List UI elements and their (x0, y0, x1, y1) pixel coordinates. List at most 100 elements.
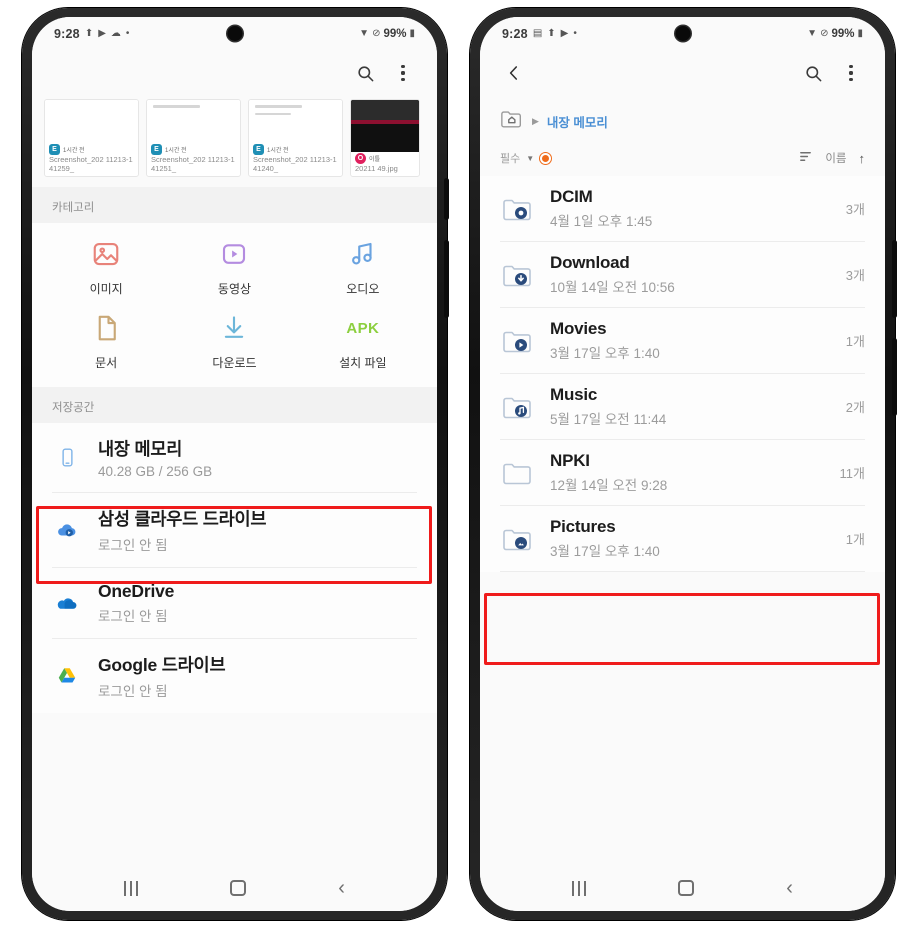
home-folder-icon[interactable] (500, 108, 524, 135)
file-row-pictures[interactable]: Pictures 3월 17일 오후 1:40 1개 (480, 506, 885, 571)
file-thumbnail (249, 100, 342, 143)
location-icon: ⬆ (547, 28, 556, 39)
file-row-npki[interactable]: NPKI 12월 14일 오전 9:28 11개 (480, 440, 885, 505)
category-audio[interactable]: 오디오 (299, 237, 427, 297)
highlight-box-npki (484, 593, 880, 665)
side-button-power[interactable] (892, 338, 897, 416)
side-button-middle[interactable] (444, 240, 449, 318)
app-badge-icon: E (253, 144, 264, 155)
recent-file-card[interactable]: E 1시간 전 Screenshot_202 11213-141240_ (248, 99, 343, 177)
recent-file-name: Screenshot_202 11213-141251_ (151, 155, 235, 173)
app-badge-icon: O (355, 153, 366, 164)
divider (500, 571, 865, 572)
file-name: NPKI (550, 451, 590, 470)
recent-file-card[interactable]: E 1시간 전 Screenshot_202 11213-141251_ (146, 99, 241, 177)
status-time: 9:28 (54, 27, 80, 41)
phone-left: 9:28 ⬆ ▶ ☁ • ▼ ⊘ 99% ▮ E 1시간 전 Screensho… (22, 8, 449, 920)
status-bar-left: 9:28 ⬆ ▶ ☁ • ▼ ⊘ 99% ▮ (32, 17, 437, 51)
storage-header: 저장공간 (32, 387, 437, 423)
file-date: 12월 14일 오전 9:28 (550, 478, 668, 493)
folder-movies-icon (500, 328, 534, 354)
recents-icon[interactable] (124, 880, 138, 896)
camera-punch-hole (675, 26, 690, 41)
folder-pictures-icon (500, 526, 534, 552)
file-date: 3월 17일 오후 1:40 (550, 346, 660, 361)
search-icon[interactable] (797, 57, 829, 89)
file-name: DCIM (550, 187, 593, 206)
app-bar-left (32, 51, 437, 95)
storage-item-google-drive[interactable]: Google 드라이브 로그인 안 됨 (32, 639, 437, 713)
sort-icon[interactable] (798, 150, 813, 166)
sort-direction-icon[interactable]: ↑ (859, 151, 866, 166)
recent-files-strip[interactable]: E 1시간 전 Screenshot_202 11213-141259_ E 1… (32, 95, 437, 187)
category-label: 이미지 (89, 282, 123, 296)
filter-bar: 필수 ▼ 이름 ↑ (480, 144, 885, 176)
filter-active-badge[interactable] (540, 152, 552, 164)
category-documents[interactable]: 문서 (42, 311, 170, 371)
recents-icon[interactable] (572, 880, 586, 896)
side-button-top[interactable] (444, 178, 449, 220)
back-icon[interactable] (498, 57, 530, 89)
caret-down-icon[interactable]: ▼ (526, 154, 534, 163)
file-date: 5월 17일 오전 11:44 (550, 412, 667, 427)
recent-file-app: 이틀 (369, 157, 381, 163)
file-thumbnail (45, 100, 138, 143)
apk-label: APK (346, 319, 380, 337)
onedrive-icon (52, 592, 82, 615)
back-icon[interactable]: ‹ (786, 878, 793, 898)
storage-item-onedrive[interactable]: OneDrive 로그인 안 됨 (32, 568, 437, 638)
side-button-volume[interactable] (892, 240, 897, 318)
file-count: 2개 (845, 400, 865, 415)
back-icon[interactable]: ‹ (338, 878, 345, 898)
storage-item-internal[interactable]: 내장 메모리 40.28 GB / 256 GB (32, 423, 437, 492)
app-bar-right (480, 51, 885, 95)
categories-grid: 이미지 동영상 오디오 문서 다운로드 APK 설치 파일 (32, 223, 437, 387)
more-options-icon[interactable] (387, 57, 419, 89)
sort-label[interactable]: 이름 (825, 150, 846, 166)
category-downloads[interactable]: 다운로드 (170, 311, 298, 371)
dot-icon: • (125, 28, 130, 39)
category-videos[interactable]: 동영상 (170, 237, 298, 297)
status-bar-right: 9:28 ▤ ⬆ ▶ • ▼ ⊘ 99% ▮ (480, 17, 885, 51)
category-label: 설치 파일 (339, 356, 387, 370)
screen-left: 9:28 ⬆ ▶ ☁ • ▼ ⊘ 99% ▮ E 1시간 전 Screensho… (32, 17, 437, 911)
category-apk[interactable]: APK 설치 파일 (299, 311, 427, 371)
cast-icon: ▶ (98, 28, 106, 39)
battery-icon: ▮ (409, 28, 415, 39)
phone-right: 9:28 ▤ ⬆ ▶ • ▼ ⊘ 99% ▮ ▶ 내장 메모리 필수 ▼ 이름 … (470, 8, 897, 920)
file-count: 3개 (845, 268, 865, 283)
breadcrumb-current[interactable]: 내장 메모리 (547, 112, 608, 131)
storage-subtitle: 40.28 GB / 256 GB (98, 464, 213, 479)
search-icon[interactable] (349, 57, 381, 89)
category-images[interactable]: 이미지 (42, 237, 170, 297)
folder-download-icon (500, 262, 534, 288)
storage-subtitle: 로그인 안 됨 (98, 538, 168, 553)
nav-bar-left: ‹ (32, 865, 437, 911)
file-row-movies[interactable]: Movies 3월 17일 오후 1:40 1개 (480, 308, 885, 373)
image-icon: ▤ (532, 28, 543, 39)
wifi-icon: ▼ (807, 28, 818, 39)
category-label: 문서 (95, 356, 118, 370)
home-icon[interactable] (229, 880, 246, 896)
file-count: 1개 (845, 532, 865, 547)
location-icon: ⬆ (84, 28, 94, 39)
wifi-icon: ▼ (359, 28, 370, 39)
recent-file-app: 1시간 전 (165, 148, 187, 154)
recent-file-name: 20211 49.jpg (355, 164, 398, 173)
recent-file-card[interactable]: O 이틀 20211 49.jpg (350, 99, 420, 177)
breadcrumb: ▶ 내장 메모리 (480, 95, 885, 144)
storage-item-samsung-cloud[interactable]: 삼성 클라우드 드라이브 로그인 안 됨 (32, 493, 437, 567)
more-options-icon[interactable] (835, 57, 867, 89)
storage-title: Google 드라이브 (98, 655, 226, 675)
home-icon[interactable] (677, 880, 694, 896)
battery-percent: 99% (383, 28, 407, 40)
file-row-music[interactable]: Music 5월 17일 오전 11:44 2개 (480, 374, 885, 439)
recent-file-card[interactable]: E 1시간 전 Screenshot_202 11213-141259_ (44, 99, 139, 177)
storage-list: 내장 메모리 40.28 GB / 256 GB 삼성 클라우드 드라이브 로그… (32, 423, 437, 713)
filter-label[interactable]: 필수 (500, 150, 520, 166)
file-row-dcim[interactable]: DCIM 4월 1일 오후 1:45 3개 (480, 176, 885, 241)
recent-file-name: Screenshot_202 11213-141240_ (253, 155, 337, 173)
breadcrumb-separator: ▶ (532, 116, 539, 126)
file-row-download[interactable]: Download 10월 14일 오전 10:56 3개 (480, 242, 885, 307)
file-date: 4월 1일 오후 1:45 (550, 214, 653, 229)
